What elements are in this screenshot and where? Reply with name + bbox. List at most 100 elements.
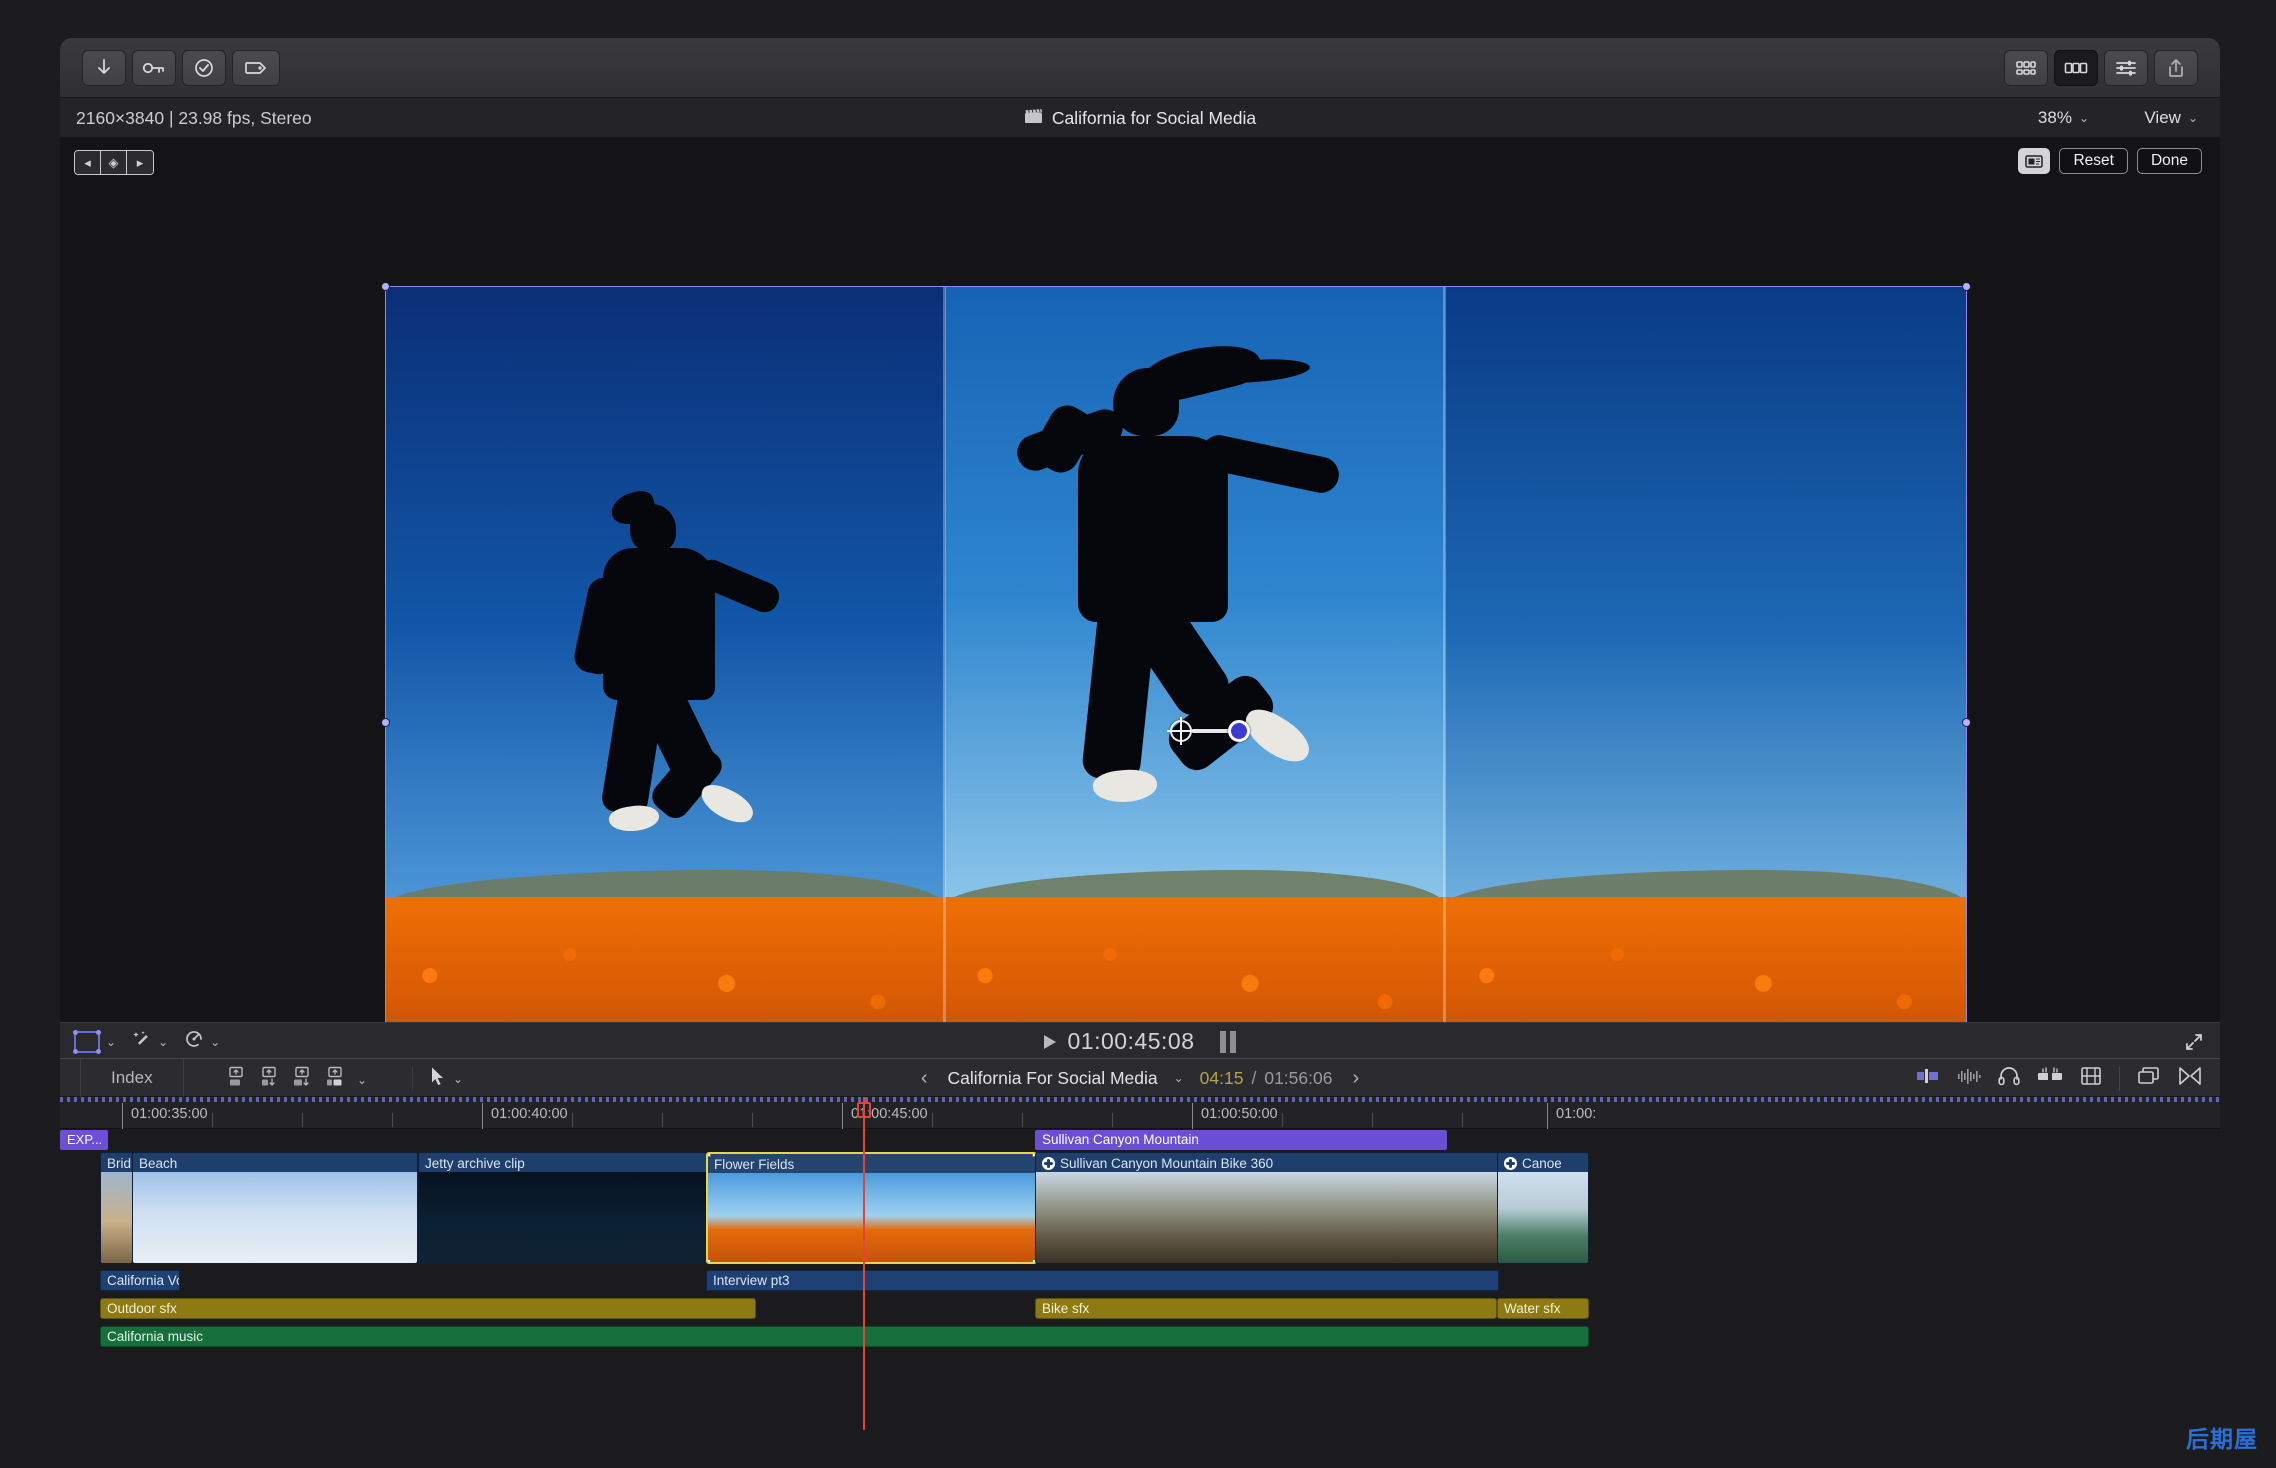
360-sphere-icon: [1504, 1157, 1517, 1170]
filmstrip-icon[interactable]: [2080, 1066, 2102, 1091]
ruler-tick-major: [1192, 1103, 1193, 1129]
clip-thumbnail: [1267, 1172, 1383, 1263]
main-toolbar: [60, 38, 2220, 98]
export-marker-badge[interactable]: EXP...: [60, 1130, 109, 1150]
playback-timecode-group: 01:00:45:08: [60, 1028, 2220, 1055]
clip-thumbnail: [1036, 1172, 1152, 1263]
clip-thumbnail: [708, 1173, 774, 1262]
anchor-point-icon[interactable]: [1167, 717, 1195, 745]
timeline-project-name[interactable]: California For Social Media: [948, 1068, 1158, 1089]
connected-clip[interactable]: Interview pt3: [706, 1270, 1499, 1291]
clip-thumbnail: [648, 1172, 706, 1263]
clip-thumbnail: [303, 1172, 361, 1263]
clip-thumbnails: [419, 1172, 706, 1263]
clip-header: Canoe: [1498, 1153, 1588, 1172]
keywords-button[interactable]: [132, 50, 176, 86]
add-keyframe-button[interactable]: ◈: [101, 151, 127, 174]
timeline-header: Index ⌄ ⌄ ‹ California For Social Media …: [60, 1058, 2220, 1097]
ruler-tick-minor: [212, 1113, 213, 1127]
ruler-time-label: 01:00:50:00: [1201, 1106, 1278, 1122]
timeline-panel[interactable]: 01:00:35:00 01:00:40:00 01:00:45:00 01:00:5…: [60, 1097, 2220, 1430]
share-button[interactable]: [2154, 50, 2198, 86]
done-button[interactable]: Done: [2136, 148, 2202, 174]
page-title: California for Social Media: [1051, 108, 1257, 128]
headphones-icon[interactable]: [1998, 1066, 2020, 1091]
clip-header: Jetty archive clip: [419, 1153, 706, 1172]
timeline-clip[interactable]: Brid...: [100, 1152, 133, 1264]
zoom-level-control[interactable]: 38% ⌄: [2038, 108, 2089, 128]
timeline-timecode-group: 04:15 / 01:56:06: [1200, 1068, 1333, 1089]
expand-arrows-icon[interactable]: [2184, 1032, 2204, 1057]
ruler-tick-minor: [302, 1113, 303, 1127]
clip-name: Canoe: [1522, 1156, 1562, 1171]
clapperboard-icon: [1024, 108, 1043, 129]
viewer-layout-button[interactable]: [2054, 50, 2098, 86]
roles-button[interactable]: [232, 50, 280, 86]
transform-overlay-icon[interactable]: [2018, 148, 2051, 174]
music-clip[interactable]: California music: [100, 1326, 1589, 1347]
clip-header: Flower Fields: [708, 1154, 1035, 1173]
anchor-position-control[interactable]: [1167, 717, 1250, 745]
bowtie-icon[interactable]: [2178, 1066, 2202, 1091]
keyframe-navigator[interactable]: ◂ ◈ ▸: [74, 150, 154, 175]
reset-button[interactable]: Reset: [2059, 148, 2128, 174]
clip-trim-handle[interactable]: [708, 1259, 711, 1262]
import-media-button[interactable]: [82, 50, 126, 86]
clip-thumbnail: [419, 1172, 477, 1263]
ruler-time-label: 01:00:35:00: [131, 1106, 208, 1122]
pause-bars-icon[interactable]: [1219, 1030, 1236, 1053]
timeline-project-nav: ‹ California For Social Media ⌄ 04:15 / …: [60, 1059, 2220, 1097]
inspector-button[interactable]: [2104, 50, 2148, 86]
app-root: 2160×3840 | 23.98 fps, Stereo California…: [0, 0, 2276, 1468]
ruler-tick-minor: [1462, 1113, 1463, 1127]
timeline-ruler[interactable]: 01:00:35:00 01:00:40:00 01:00:45:00 01:00:5…: [60, 1097, 2220, 1129]
chevron-down-icon[interactable]: ⌄: [1174, 1071, 1184, 1085]
clip-trim-handle[interactable]: [708, 1154, 711, 1157]
audio-clip[interactable]: Outdoor sfx: [100, 1298, 756, 1319]
timeline-clip[interactable]: Sullivan Canyon Mountain Bike 360: [1035, 1152, 1499, 1264]
prev-keyframe-button[interactable]: ◂: [75, 151, 101, 174]
view-menu[interactable]: View ⌄: [2144, 108, 2198, 128]
audio-clip[interactable]: Water sfx: [1497, 1298, 1589, 1319]
clip-thumbnail: [1382, 1172, 1498, 1263]
clip-thumbnail: [969, 1173, 1035, 1262]
timeline-clip[interactable]: Canoe: [1497, 1152, 1589, 1264]
current-timecode: 01:00:45:08: [1067, 1028, 1195, 1054]
audio-clip[interactable]: Bike sfx: [1035, 1298, 1497, 1319]
timeline-clip[interactable]: Flower Fields: [706, 1152, 1037, 1264]
clip-thumbnail: [1151, 1172, 1267, 1263]
toolbar-right-group: [2004, 50, 2198, 86]
windows-icon[interactable]: [2137, 1066, 2161, 1091]
ruler-tick-major: [1547, 1103, 1548, 1129]
rating-button[interactable]: [182, 50, 226, 86]
play-triangle-icon[interactable]: [1044, 1034, 1057, 1049]
waveform-icon[interactable]: [1957, 1067, 1981, 1090]
rotation-handle-bar[interactable]: [1192, 729, 1228, 733]
transport-bar: ⌄ ⌄ ⌄ 01:00:45:08: [60, 1022, 2220, 1058]
next-keyframe-button[interactable]: ▸: [127, 151, 153, 174]
clip-thumbnail: [189, 1172, 247, 1263]
connected-clip[interactable]: California Voice...: [100, 1270, 180, 1291]
skimmer-icon[interactable]: [2037, 1067, 2063, 1090]
browser-button[interactable]: [2004, 50, 2048, 86]
timeline-clip[interactable]: Beach: [132, 1152, 418, 1264]
zoom-level-value: 38%: [2037, 108, 2072, 127]
timeline-clip[interactable]: Jetty archive clip: [418, 1152, 707, 1264]
clip-thumbnail: [476, 1172, 534, 1263]
ruler-time-label: 01:00:45:00: [851, 1106, 928, 1122]
ruler-tick-minor: [392, 1113, 393, 1127]
project-title-area: California for Social Media: [60, 108, 2220, 129]
clip-height-icon[interactable]: [1916, 1067, 1940, 1090]
ruler-tick-minor: [1022, 1113, 1023, 1127]
prev-project-button[interactable]: ‹: [917, 1067, 932, 1090]
next-project-button[interactable]: ›: [1348, 1067, 1363, 1090]
viewer-canvas[interactable]: ◂ ◈ ▸ Reset Done: [60, 138, 2220, 1022]
timeline-right-tools: [1916, 1066, 2202, 1091]
info-strip: 2160×3840 | 23.98 fps, Stereo California…: [60, 98, 2220, 138]
chapter-marker[interactable]: Sullivan Canyon Mountain: [1035, 1130, 1447, 1150]
rotation-handle-dot[interactable]: [1228, 720, 1250, 742]
viewer-action-bar: Reset Done: [2018, 148, 2202, 174]
clip-thumbnail: [133, 1172, 190, 1263]
timeline-tracks[interactable]: Brid... Beach Jetty archive clip Flower Fie…: [60, 1152, 2220, 1430]
clip-thumbnail: [1498, 1172, 1588, 1263]
